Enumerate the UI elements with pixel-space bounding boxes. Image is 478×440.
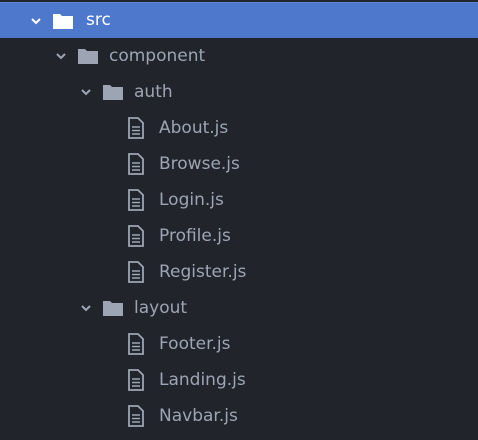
tree-item-layout[interactable]: layout [0,290,478,326]
folder-icon [102,83,124,101]
tree-item-label: Login.js [159,189,224,210]
tree-item-file[interactable]: Navbar.js [0,398,478,434]
tree-item-label: component [109,45,206,66]
chevron-down-icon[interactable] [30,15,42,27]
file-icon [127,117,145,139]
tree-item-file[interactable]: Browse.js [0,146,478,182]
tree-item-label: src [86,10,111,30]
file-icon [127,189,145,211]
file-icon [127,333,145,355]
tree-item-auth[interactable]: auth [0,74,478,110]
folder-icon [52,12,74,30]
tree-item-label: Landing.js [159,369,246,390]
folder-icon [102,299,124,317]
chevron-down-icon[interactable] [55,50,67,62]
tree-item-file[interactable]: About.js [0,110,478,146]
tree-item-file[interactable]: Register.js [0,254,478,290]
tree-item-label: Navbar.js [159,405,238,426]
file-icon [127,369,145,391]
tree-item-label: Footer.js [159,333,231,354]
tree-item-label: Browse.js [159,153,240,174]
chevron-down-icon[interactable] [80,302,92,314]
file-icon [127,225,145,247]
tree-item-file[interactable]: Login.js [0,182,478,218]
file-tree: src component auth About.js Browse.js Lo… [0,0,478,440]
file-icon [127,405,145,427]
file-icon [127,261,145,283]
tree-item-file[interactable]: Footer.js [0,326,478,362]
tree-item-label: auth [134,81,173,102]
tree-item-component[interactable]: component [0,38,478,74]
file-icon [127,153,145,175]
tree-item-file[interactable]: Profile.js [0,218,478,254]
tree-item-label: Register.js [159,261,247,282]
tree-item-file[interactable]: Landing.js [0,362,478,398]
chevron-down-icon[interactable] [80,86,92,98]
folder-icon [77,47,99,65]
tree-item-src[interactable]: src [0,2,478,38]
tree-item-label: Profile.js [159,225,231,246]
tree-item-label: About.js [159,117,229,138]
tree-item-label: layout [134,297,188,318]
